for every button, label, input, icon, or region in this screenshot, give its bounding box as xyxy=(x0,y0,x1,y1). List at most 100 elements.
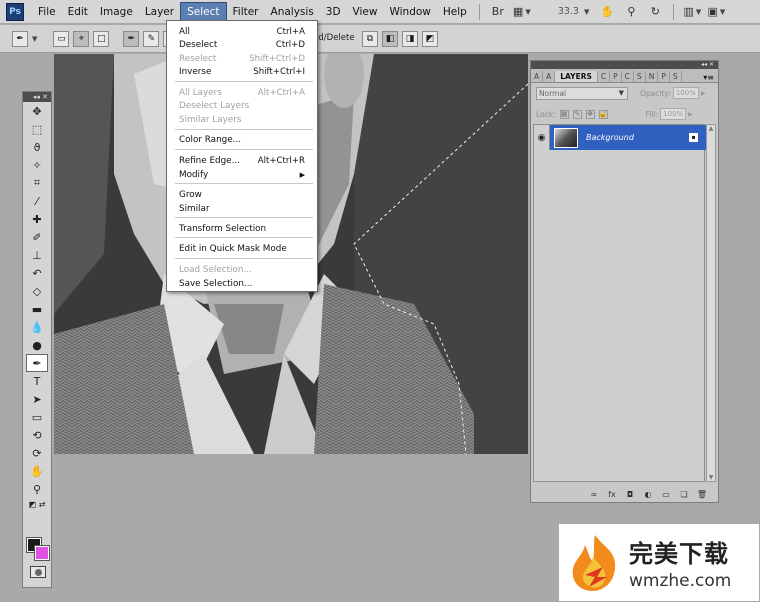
move-tool-icon[interactable]: ✥ xyxy=(26,102,48,120)
gradient-tool-icon[interactable]: ▬ xyxy=(26,300,48,318)
layer-row-background[interactable]: ◉ Background ▪ xyxy=(534,125,706,150)
menu-item-deselect-layers[interactable]: Deselect Layers xyxy=(167,99,317,112)
menu-layer[interactable]: Layer xyxy=(139,3,180,21)
tab-layers[interactable]: LAYERS xyxy=(555,71,598,82)
zoom-level[interactable]: 33.3 ▼ xyxy=(558,6,590,17)
history-brush-tool-icon[interactable]: ↶ xyxy=(26,264,48,282)
delete-layer-icon[interactable]: 🗑 xyxy=(696,489,708,499)
intersect-icon[interactable]: ◨ xyxy=(402,31,418,47)
link-layers-icon[interactable]: ∞ xyxy=(588,489,600,499)
rotate-icon[interactable]: ↻ xyxy=(645,4,665,20)
menu-item-grow[interactable]: Grow xyxy=(167,188,317,201)
tab-a1[interactable]: A xyxy=(531,71,544,82)
subtract-icon[interactable]: ◧ xyxy=(382,31,398,47)
eraser-tool-icon[interactable]: ◇ xyxy=(26,282,48,300)
menu-item-modify[interactable]: Modify ▶ xyxy=(167,168,317,181)
fill-field[interactable]: 100% xyxy=(660,108,687,120)
tab-n[interactable]: N xyxy=(646,71,659,82)
background-color-swatch[interactable] xyxy=(34,545,50,561)
zoom-icon[interactable]: ⚲ xyxy=(621,4,641,20)
tab-s1[interactable]: S xyxy=(634,71,646,82)
menu-item-all-layers[interactable]: All Layers Alt+Ctrl+A xyxy=(167,86,317,99)
menu-item-similar[interactable]: Similar xyxy=(167,202,317,215)
lock-position-icon[interactable]: ✥ xyxy=(585,109,595,119)
menu-item-deselect[interactable]: Deselect Ctrl+D xyxy=(167,38,317,51)
freeform-pen-icon[interactable]: ✎ xyxy=(143,30,160,47)
menu-analysis[interactable]: Analysis xyxy=(265,3,320,21)
bridge-icon[interactable]: Br xyxy=(488,4,508,20)
menu-item-color-range[interactable]: Color Range... xyxy=(167,133,317,146)
tab-c2[interactable]: C xyxy=(622,71,634,82)
pen-icon[interactable]: ✒ xyxy=(123,30,140,47)
layer-style-icon[interactable]: fx xyxy=(606,489,618,499)
eyedropper-tool-icon[interactable]: ⁄ xyxy=(26,192,48,210)
3d-rotate-tool-icon[interactable]: ⟲ xyxy=(26,426,48,444)
pen-tool-icon[interactable]: ✒ xyxy=(12,30,28,47)
path-selection-tool-icon[interactable]: ➤ xyxy=(26,390,48,408)
visibility-eye-icon[interactable]: ◉ xyxy=(534,125,550,150)
menu-image[interactable]: Image xyxy=(94,3,139,21)
tab-p2[interactable]: P xyxy=(658,71,670,82)
screen-mode-icon[interactable]: ▣ ▼ xyxy=(706,4,726,20)
new-layer-icon[interactable]: ❏ xyxy=(678,489,690,499)
3d-orbit-tool-icon[interactable]: ⟳ xyxy=(26,444,48,462)
layer-name[interactable]: Background xyxy=(586,133,689,142)
menu-edit[interactable]: Edit xyxy=(62,3,94,21)
menu-item-reselect[interactable]: Reselect Shift+Ctrl+D xyxy=(167,52,317,65)
arrange-icon[interactable]: ▥ ▼ xyxy=(682,4,702,20)
blend-mode-select[interactable]: Normal ▼ xyxy=(536,86,628,100)
crop-tool-icon[interactable]: ⌗ xyxy=(26,174,48,192)
type-tool-icon[interactable]: T xyxy=(26,372,48,390)
pen-tool-icon[interactable]: ✒ xyxy=(26,354,48,372)
hand-icon[interactable]: ✋ xyxy=(597,4,617,20)
clone-stamp-tool-icon[interactable]: ⊥ xyxy=(26,246,48,264)
menu-filter[interactable]: Filter xyxy=(227,3,265,21)
menu-item-inverse[interactable]: Inverse Shift+Ctrl+I xyxy=(167,65,317,78)
menu-item-save-selection[interactable]: Save Selection... xyxy=(167,277,317,290)
adjustment-layer-icon[interactable]: ◐ xyxy=(642,489,654,499)
quick-mask-icon[interactable] xyxy=(30,566,46,578)
panel-menu-icon[interactable]: ▾≡ xyxy=(703,73,718,82)
menu-item-similar-layers[interactable]: Similar Layers xyxy=(167,113,317,126)
zoom-tool-icon[interactable]: ⚲ xyxy=(26,480,48,498)
menu-item-transform-selection[interactable]: Transform Selection xyxy=(167,222,317,235)
brush-tool-icon[interactable]: ✐ xyxy=(26,228,48,246)
lock-all-icon[interactable]: 🔒 xyxy=(598,109,608,119)
lock-pixels-icon[interactable]: ✎ xyxy=(572,109,582,119)
marquee-tool-icon[interactable]: ⬚ xyxy=(26,120,48,138)
menu-item-load-selection[interactable]: Load Selection... xyxy=(167,263,317,276)
tab-s2[interactable]: S xyxy=(670,71,682,82)
lasso-tool-icon[interactable]: ϑ xyxy=(26,138,48,156)
opacity-arrow-icon[interactable]: ▶ xyxy=(701,90,706,97)
menu-3d[interactable]: 3D xyxy=(320,3,347,21)
menu-window[interactable]: Window xyxy=(383,3,436,21)
menu-select[interactable]: Select xyxy=(180,1,227,22)
add-mask-icon[interactable]: ◘ xyxy=(624,489,636,499)
paths-icon[interactable]: ⌖ xyxy=(73,30,90,47)
hand-tool-icon[interactable]: ✋ xyxy=(26,462,48,480)
mini-bridge-icon[interactable]: ▦ ▼ xyxy=(512,4,532,20)
shape-tool-icon[interactable]: ▭ xyxy=(26,408,48,426)
auto-add-delete-label[interactable]: dd/Delete xyxy=(313,33,355,43)
tool-preset-dropdown[interactable]: ▼ xyxy=(32,35,37,43)
tools-panel-header[interactable]: ◂◂ ✕ xyxy=(23,92,51,102)
layer-list-scrollbar[interactable]: ▲ ▼ xyxy=(706,124,716,482)
menu-item-refine-edge[interactable]: Refine Edge... Alt+Ctrl+R xyxy=(167,154,317,167)
lock-transparent-icon[interactable]: ▦ xyxy=(559,109,569,119)
fill-arrow-icon[interactable]: ▶ xyxy=(688,111,693,118)
exclude-icon[interactable]: ◩ xyxy=(422,31,438,47)
menu-file[interactable]: File xyxy=(32,3,62,21)
fill-pixels-icon[interactable]: □ xyxy=(93,30,110,47)
dodge-tool-icon[interactable]: ● xyxy=(26,336,48,354)
magic-wand-tool-icon[interactable]: ✧ xyxy=(26,156,48,174)
layers-panel-header[interactable]: ◂◂ ✕ xyxy=(531,61,718,69)
blur-tool-icon[interactable]: 💧 xyxy=(26,318,48,336)
new-group-icon[interactable]: ▭ xyxy=(660,489,672,499)
shape-layers-icon[interactable]: ▭ xyxy=(53,30,70,47)
healing-brush-tool-icon[interactable]: ✚ xyxy=(26,210,48,228)
tab-p1[interactable]: P xyxy=(610,71,622,82)
menu-item-quick-mask[interactable]: Edit in Quick Mask Mode xyxy=(167,242,317,255)
menu-item-all[interactable]: All Ctrl+A xyxy=(167,25,317,38)
menu-help[interactable]: Help xyxy=(437,3,473,21)
opacity-field[interactable]: 100% xyxy=(672,87,699,99)
